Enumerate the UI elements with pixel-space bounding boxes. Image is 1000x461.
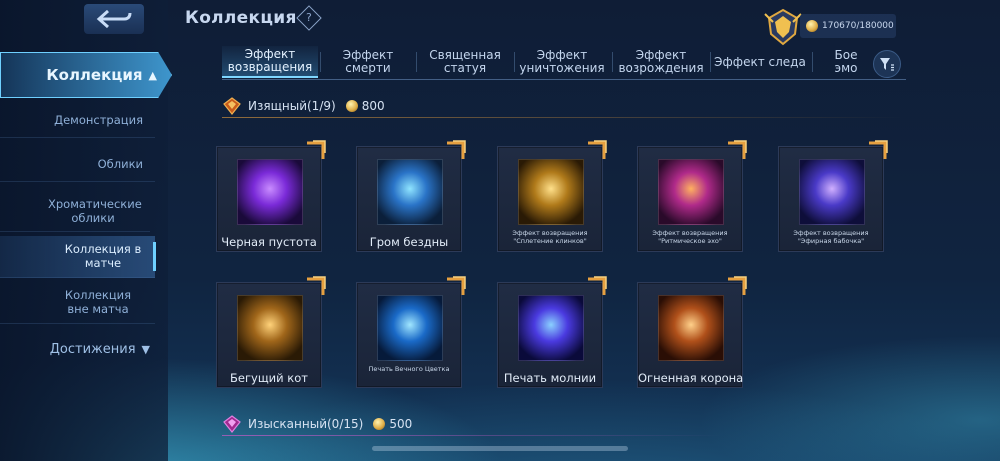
sidebar-item-label: Облики: [97, 156, 143, 171]
effect-thumbnail: [518, 295, 584, 361]
collection-card[interactable]: Черная пустота: [216, 140, 326, 252]
sidebar-item-chroma[interactable]: Хроматические облики: [0, 192, 150, 232]
tab-divider: [514, 52, 515, 72]
filter-icon: [880, 58, 894, 71]
collection-card[interactable]: Огненная корона: [637, 276, 747, 388]
effect-thumbnail: [658, 159, 724, 225]
card-name: Черная пустота: [221, 235, 317, 249]
tab-label: Эффект возрождения: [618, 48, 704, 75]
rarity-corner-icon: [447, 140, 466, 159]
chevron-down-icon: ▼: [141, 342, 150, 356]
sidebar-collection[interactable]: Коллекция ▲: [0, 52, 172, 98]
tab-revival-effect[interactable]: Эффект возрождения: [614, 46, 708, 78]
card-name: Огненная корона: [638, 371, 744, 385]
sidebar-collection-label: Коллекция: [46, 66, 143, 84]
section-header-refined: Изысканный(0/15) 500: [222, 413, 412, 435]
section-points-value: 800: [361, 99, 385, 113]
rarity-corner-icon: [307, 276, 326, 295]
card-name: Эффект возвращения "Сплетение клинков": [512, 229, 588, 245]
section-points-value: 500: [389, 417, 413, 431]
tab-label: Эффект возвращения: [227, 47, 313, 74]
collection-card[interactable]: Эффект возвращения "Эфирная бабочка": [778, 140, 888, 252]
section-points: 800: [345, 99, 385, 113]
sidebar-achievements[interactable]: Достижения ▼: [0, 334, 160, 364]
collection-card[interactable]: Эффект возвращения "Ритмическое эхо": [637, 140, 747, 252]
sidebar-item-demo[interactable]: Демонстрация: [0, 104, 155, 138]
gem-icon: [223, 415, 241, 433]
coin-icon: [373, 418, 386, 430]
tab-battle-emote[interactable]: Бое эмо: [818, 46, 874, 78]
sidebar-achievements-label: Достижения: [49, 341, 136, 357]
page-title: Коллекция: [185, 8, 297, 28]
collection-card[interactable]: Бегущий кот: [216, 276, 326, 388]
tab-label: Эффект уничтожения: [519, 48, 605, 75]
card-name: Эффект возвращения "Ритмическое эхо": [652, 229, 728, 245]
collection-card[interactable]: Печать Вечного Цветка: [356, 276, 466, 388]
effect-thumbnail: [237, 159, 303, 225]
tab-death-effect[interactable]: Эффект смерти: [326, 46, 410, 78]
coin-icon: [806, 20, 818, 32]
effect-thumbnail: [377, 159, 443, 225]
rarity-corner-icon: [728, 276, 747, 295]
rarity-corner-icon: [447, 276, 466, 295]
rarity-corner-icon: [307, 140, 326, 159]
card-name: Печать молнии: [503, 371, 597, 385]
section-title: Изящный(1/9): [248, 99, 336, 113]
rarity-corner-icon: [588, 140, 607, 159]
tab-divider: [612, 52, 613, 72]
section-divider: [222, 435, 722, 436]
section-title: Изысканный(0/15): [248, 417, 364, 431]
sidebar-item-label: Демонстрация: [54, 112, 143, 127]
scrollbar[interactable]: [372, 446, 628, 451]
back-button[interactable]: [84, 4, 144, 34]
rarity-corner-icon: [728, 140, 747, 159]
sidebar-item-in-match[interactable]: Коллекция в матче: [0, 236, 156, 278]
tab-label: Эффект следа: [714, 54, 806, 69]
tab-bar: Эффект возвращения Эффект смерти Священн…: [222, 46, 906, 80]
section-divider: [222, 117, 906, 118]
section-header-elegant: Изящный(1/9) 800: [222, 95, 385, 117]
tab-destruction-effect[interactable]: Эффект уничтожения: [516, 46, 608, 78]
effect-thumbnail: [518, 159, 584, 225]
sidebar-item-label: Коллекция вне матча: [64, 288, 132, 316]
currency-display: 170670/180000: [800, 14, 896, 38]
tab-sacred-statue[interactable]: Священная статуя: [420, 46, 510, 78]
card-name: Гром бездны: [369, 235, 449, 249]
chevron-up-icon: ▲: [148, 68, 157, 82]
rank-emblem-icon: [764, 8, 802, 46]
card-name: Эффект возвращения "Эфирная бабочка": [793, 229, 869, 245]
collection-card[interactable]: Гром бездны: [356, 140, 466, 252]
coin-icon: [345, 100, 358, 112]
rarity-corner-icon: [588, 276, 607, 295]
card-name: Бегущий кот: [230, 371, 308, 385]
card-name: Печать Вечного Цветка: [368, 365, 450, 373]
currency-amount: 170670/180000: [822, 21, 894, 31]
tab-trail-effect[interactable]: Эффект следа: [712, 46, 808, 78]
tab-label: Эффект смерти: [342, 48, 394, 75]
sidebar-item-label: Хроматические облики: [48, 197, 142, 225]
tab-divider: [812, 52, 813, 72]
tab-divider: [710, 52, 711, 72]
effect-thumbnail: [799, 159, 865, 225]
back-arrow-icon: [96, 9, 132, 29]
effect-thumbnail: [658, 295, 724, 361]
sidebar: Коллекция ▲ Демонстрация Облики Хроматич…: [0, 0, 172, 461]
gem-icon: [223, 97, 241, 115]
sidebar-item-skins[interactable]: Облики: [0, 148, 155, 182]
question-icon: ?: [306, 11, 312, 24]
sidebar-item-label: Коллекция в матче: [64, 242, 142, 270]
effect-thumbnail: [377, 295, 443, 361]
effect-thumbnail: [237, 295, 303, 361]
collection-card[interactable]: Эффект возвращения "Сплетение клинков": [497, 140, 607, 252]
tab-divider: [416, 52, 417, 72]
collection-card[interactable]: Печать молнии: [497, 276, 607, 388]
filter-button[interactable]: [873, 50, 901, 78]
tab-return-effect[interactable]: Эффект возвращения: [222, 46, 318, 78]
tab-divider: [320, 52, 321, 72]
rarity-corner-icon: [869, 140, 888, 159]
section-points: 500: [373, 417, 412, 431]
tab-label: Бое эмо: [834, 48, 858, 75]
sidebar-item-out-match[interactable]: Коллекция вне матча: [0, 282, 155, 324]
tab-label: Священная статуя: [429, 48, 501, 75]
